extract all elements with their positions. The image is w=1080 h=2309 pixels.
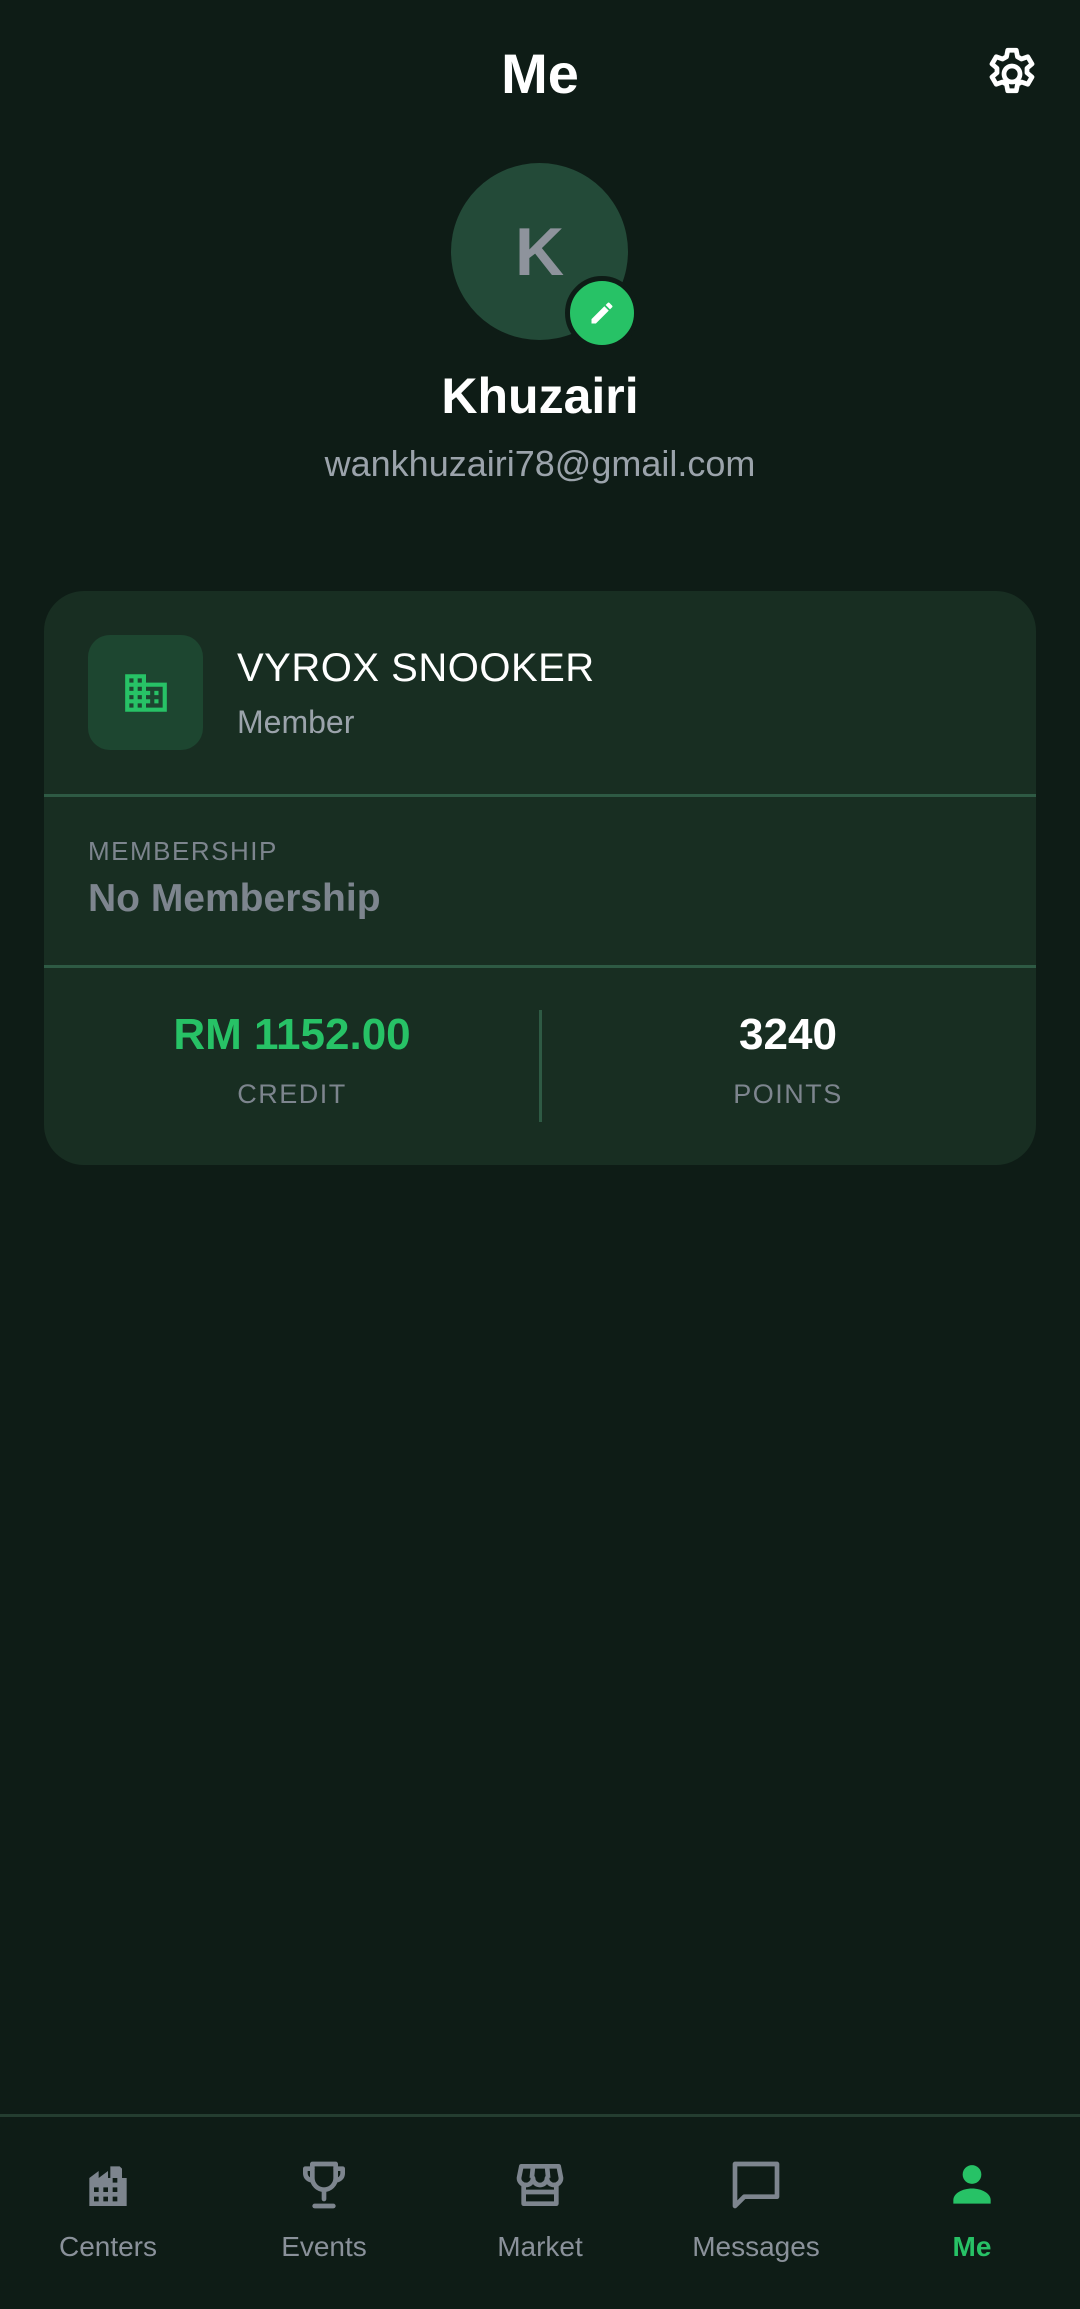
points-value: 3240 bbox=[739, 1010, 837, 1059]
nav-label: Me bbox=[952, 2231, 992, 2262]
gear-icon bbox=[989, 47, 1035, 94]
nav-label: Market bbox=[497, 2231, 583, 2262]
user-name: Khuzairi bbox=[441, 368, 639, 424]
club-card: VYROX SNOOKER Member MEMBERSHIP No Membe… bbox=[44, 591, 1036, 1165]
pencil-icon bbox=[591, 302, 613, 324]
nav-item-me[interactable]: Me bbox=[864, 2117, 1080, 2309]
buildings-icon bbox=[78, 2155, 138, 2215]
person-icon bbox=[942, 2155, 1002, 2215]
nav-item-events[interactable]: Events bbox=[216, 2117, 432, 2309]
me-screen: Me K Khuzairi wankhuzairi78@gmail.com VY… bbox=[0, 0, 1080, 2309]
club-role: Member bbox=[237, 704, 355, 740]
edit-avatar-button[interactable] bbox=[565, 276, 639, 350]
user-email: wankhuzairi78@gmail.com bbox=[324, 443, 756, 484]
bottom-nav: Centers Events Market Messages Me bbox=[0, 2114, 1080, 2309]
credit-value: RM 1152.00 bbox=[173, 1010, 411, 1059]
chat-bubble-icon bbox=[726, 2155, 786, 2215]
club-name: VYROX SNOOKER bbox=[237, 646, 595, 690]
settings-button[interactable] bbox=[978, 40, 1046, 108]
avatar-initial: K bbox=[514, 213, 565, 290]
nav-label: Messages bbox=[692, 2231, 820, 2262]
building-icon bbox=[124, 673, 167, 712]
points-stat[interactable]: 3240 POINTS bbox=[540, 984, 1036, 1165]
nav-label: Events bbox=[281, 2231, 367, 2262]
page-title: Me bbox=[501, 42, 579, 105]
club-row[interactable]: VYROX SNOOKER Member bbox=[44, 591, 1036, 794]
trophy-icon bbox=[294, 2155, 354, 2215]
credit-label: CREDIT bbox=[237, 1079, 347, 1109]
nav-item-messages[interactable]: Messages bbox=[648, 2117, 864, 2309]
club-icon-box bbox=[88, 635, 203, 750]
nav-item-market[interactable]: Market bbox=[432, 2117, 648, 2309]
nav-item-centers[interactable]: Centers bbox=[0, 2117, 216, 2309]
nav-label: Centers bbox=[58, 2231, 158, 2262]
storefront-icon bbox=[510, 2155, 570, 2215]
membership-value: No Membership bbox=[88, 877, 381, 920]
divider bbox=[44, 965, 1036, 968]
credit-stat[interactable]: RM 1152.00 CREDIT bbox=[44, 984, 540, 1165]
points-label: POINTS bbox=[733, 1079, 843, 1109]
membership-label: MEMBERSHIP bbox=[88, 836, 278, 866]
divider bbox=[44, 794, 1036, 797]
